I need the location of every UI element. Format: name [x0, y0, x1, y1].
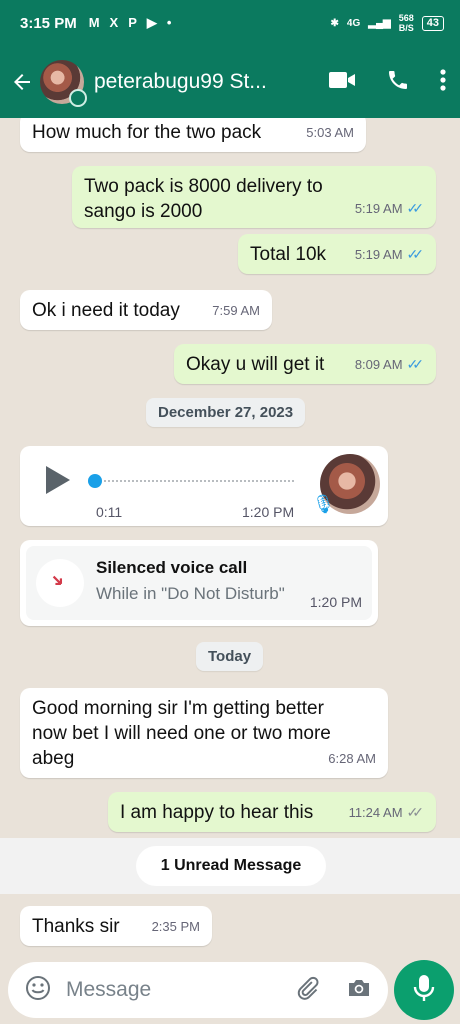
- message-time: 2:35 PM: [151, 919, 200, 934]
- message-composer[interactable]: Message: [8, 962, 388, 1018]
- message-time: 5:03 AM: [306, 125, 354, 140]
- voice-waveform[interactable]: [104, 480, 294, 482]
- message-text: Total 10k: [250, 244, 327, 265]
- voice-message[interactable]: 0:11 1:20 PM 🎙: [20, 446, 388, 526]
- message-bubble[interactable]: How much for the two pack 5:03 AM: [20, 118, 366, 152]
- chat-area[interactable]: How much for the two pack 5:03 AM Two pa…: [0, 118, 460, 960]
- message-text: Ok i need it today: [32, 300, 180, 321]
- message-bubble[interactable]: Ok i need it today 7:59 AM: [20, 290, 272, 330]
- missed-call-icon: [36, 559, 84, 607]
- back-arrow-icon[interactable]: [8, 68, 36, 96]
- message-bubble[interactable]: I am happy to hear this 11:24 AM ✓✓: [108, 792, 436, 832]
- signal-label: 4G: [346, 17, 361, 29]
- read-ticks-icon: ✓✓: [406, 200, 425, 216]
- message-text: Thanks sir: [32, 916, 120, 937]
- mic-icon: [413, 973, 435, 1008]
- status-time: 3:15 PM: [20, 14, 77, 32]
- dot-icon: •: [166, 15, 172, 30]
- message-text: I am happy to hear this: [120, 802, 314, 823]
- message-time: 7:59 AM: [212, 303, 260, 318]
- youtube-icon: ▶: [146, 15, 157, 30]
- play-icon[interactable]: [46, 466, 70, 494]
- message-input[interactable]: Message: [66, 978, 151, 1002]
- attach-icon[interactable]: [294, 975, 320, 1006]
- seek-handle[interactable]: [88, 474, 102, 488]
- call-subtitle: While in "Do Not Disturb": [96, 584, 285, 603]
- gmail-icon: M: [88, 15, 100, 30]
- message-time: 1:20 PM: [242, 504, 295, 520]
- message-time: 11:24 AM: [348, 805, 403, 820]
- contact-avatar[interactable]: [40, 60, 87, 107]
- delivered-ticks-icon: ✓✓: [406, 804, 425, 820]
- data-unit: B/S: [398, 23, 414, 33]
- message-bubble[interactable]: Two pack is 8000 delivery to sango is 20…: [72, 166, 436, 228]
- p-icon: P: [128, 15, 137, 30]
- read-ticks-icon: ✓✓: [406, 356, 425, 372]
- voice-record-button[interactable]: [394, 960, 454, 1020]
- call-event[interactable]: Silenced voice call While in "Do Not Dis…: [20, 540, 378, 626]
- voice-duration: 0:11: [96, 504, 123, 520]
- message-bubble[interactable]: Thanks sir 2:35 PM: [20, 906, 212, 946]
- message-text: Okay u will get it: [186, 354, 325, 375]
- battery-icon: 43: [421, 15, 444, 31]
- mic-icon: 🎙: [312, 494, 335, 514]
- message-bubble[interactable]: Good morning sir I'm getting better now …: [20, 688, 388, 778]
- read-ticks-icon: ✓✓: [406, 246, 425, 262]
- date-divider: December 27, 2023: [146, 398, 306, 427]
- message-text: Two pack is 8000 delivery to sango is 20…: [84, 176, 323, 222]
- chat-header: peterabugu99 St...: [0, 46, 460, 118]
- message-bubble[interactable]: Okay u will get it 8:09 AM ✓✓: [174, 344, 436, 384]
- date-divider: Today: [196, 642, 264, 671]
- call-title: Silenced voice call: [96, 558, 248, 577]
- phone-icon[interactable]: [386, 68, 410, 97]
- status-bar: 3:15 PM M X P ▶ • ✱ 4G ▂▄▆ 568 B/S 43: [0, 0, 460, 46]
- contact-name[interactable]: peterabugu99 St...: [94, 70, 294, 94]
- message-text: Good morning sir I'm getting better now …: [32, 698, 331, 769]
- bluetooth-icon: ✱: [330, 17, 339, 29]
- message-time: 6:28 AM: [328, 751, 376, 766]
- emoji-icon[interactable]: [24, 974, 52, 1007]
- message-bubble[interactable]: Total 10k 5:19 AM ✓✓: [238, 234, 436, 274]
- unread-count-label: 1 Unread Message: [136, 846, 326, 886]
- message-time: 5:19 AM: [354, 247, 403, 262]
- notification-icons: M X P ▶ •: [89, 15, 172, 31]
- more-vert-icon[interactable]: [440, 68, 446, 97]
- message-time: 1:20 PM: [309, 594, 362, 610]
- camera-icon[interactable]: [346, 976, 372, 1005]
- message-time: 5:19 AM: [354, 201, 403, 216]
- message-text: How much for the two pack: [32, 122, 262, 143]
- x-icon: X: [109, 15, 119, 30]
- data-rate: 568: [398, 13, 414, 23]
- message-time: 8:09 AM: [354, 357, 403, 372]
- status-ring-icon: [69, 89, 87, 107]
- signal-icon: ▂▄▆: [368, 17, 391, 29]
- video-call-icon[interactable]: [328, 69, 356, 96]
